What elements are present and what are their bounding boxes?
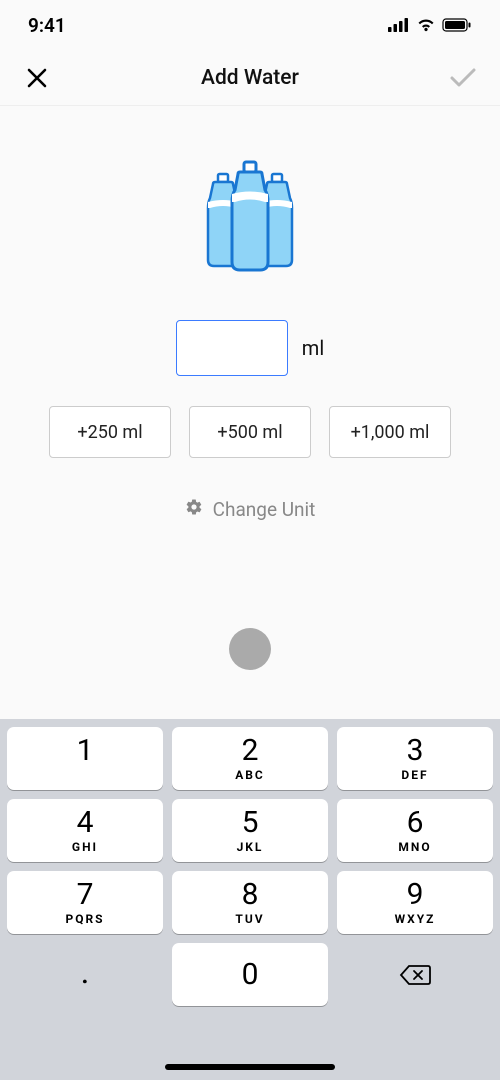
keypad-letters: PQRS bbox=[65, 912, 104, 926]
status-bar: 9:41 bbox=[0, 0, 500, 50]
backspace-icon bbox=[399, 963, 431, 987]
wifi-icon bbox=[416, 14, 436, 37]
keypad-digit: 6 bbox=[407, 808, 424, 838]
gear-icon bbox=[185, 498, 203, 521]
keypad-6[interactable]: 6 MNO bbox=[337, 799, 493, 862]
keypad-digit: 3 bbox=[407, 736, 424, 766]
keypad-digit: 7 bbox=[77, 880, 94, 910]
keypad-letters: MNO bbox=[398, 840, 431, 854]
keypad-digit: 5 bbox=[242, 808, 259, 838]
keypad-letters: ABC bbox=[235, 768, 265, 782]
keypad-letters: GHI bbox=[72, 840, 98, 854]
keypad-7[interactable]: 7 PQRS bbox=[7, 871, 163, 934]
home-indicator[interactable] bbox=[165, 1064, 335, 1070]
keypad-letters: DEF bbox=[401, 768, 428, 782]
touch-indicator bbox=[229, 628, 271, 670]
confirm-button[interactable] bbox=[448, 63, 478, 93]
keypad-5[interactable]: 5 JKL bbox=[172, 799, 328, 862]
close-icon bbox=[25, 66, 49, 90]
keypad-8[interactable]: 8 TUV bbox=[172, 871, 328, 934]
nav-bar: Add Water bbox=[0, 50, 500, 106]
water-bottles-illustration bbox=[190, 154, 310, 278]
unit-label: ml bbox=[302, 336, 324, 360]
quick-add-500[interactable]: +500 ml bbox=[189, 406, 311, 458]
change-unit-label: Change Unit bbox=[213, 498, 316, 521]
numeric-keypad: 1 2 ABC 3 DEF 4 GHI 5 JKL 6 MNO 7 PQRS 8 TUV 9 WXYZ. 0 bbox=[0, 719, 500, 1080]
battery-icon bbox=[442, 14, 472, 37]
amount-input[interactable] bbox=[176, 320, 288, 376]
keypad-0[interactable]: 0 bbox=[172, 943, 328, 1006]
keypad-digit: 2 bbox=[242, 736, 259, 766]
keypad-4[interactable]: 4 GHI bbox=[7, 799, 163, 862]
checkmark-icon bbox=[449, 67, 477, 89]
page-title: Add Water bbox=[0, 66, 500, 90]
keypad-digit: 4 bbox=[77, 808, 94, 838]
content: ml +250 ml +500 ml +1,000 ml Change Unit bbox=[0, 106, 500, 521]
status-icons bbox=[388, 14, 472, 37]
change-unit-button[interactable]: Change Unit bbox=[185, 498, 316, 521]
quick-add-row: +250 ml +500 ml +1,000 ml bbox=[49, 406, 451, 458]
keypad-digit: 0 bbox=[242, 960, 259, 990]
keypad-9[interactable]: 9 WXYZ bbox=[337, 871, 493, 934]
keypad-digit: 8 bbox=[242, 880, 259, 910]
cellular-icon bbox=[388, 14, 410, 37]
keypad-backspace[interactable] bbox=[337, 943, 493, 1006]
keypad-2[interactable]: 2 ABC bbox=[172, 727, 328, 790]
keypad-period[interactable]: . bbox=[7, 943, 163, 1006]
quick-add-1000[interactable]: +1,000 ml bbox=[329, 406, 451, 458]
keypad-letters: JKL bbox=[237, 840, 264, 854]
status-time: 9:41 bbox=[28, 14, 66, 37]
keypad-1[interactable]: 1 bbox=[7, 727, 163, 790]
close-button[interactable] bbox=[22, 63, 52, 93]
amount-input-row: ml bbox=[176, 320, 324, 376]
keypad-digit: 9 bbox=[407, 880, 424, 910]
keypad-letters: WXYZ bbox=[395, 912, 436, 926]
quick-add-250[interactable]: +250 ml bbox=[49, 406, 171, 458]
keypad-letters: TUV bbox=[235, 912, 264, 926]
keypad-digit: 1 bbox=[77, 736, 94, 766]
keypad-3[interactable]: 3 DEF bbox=[337, 727, 493, 790]
